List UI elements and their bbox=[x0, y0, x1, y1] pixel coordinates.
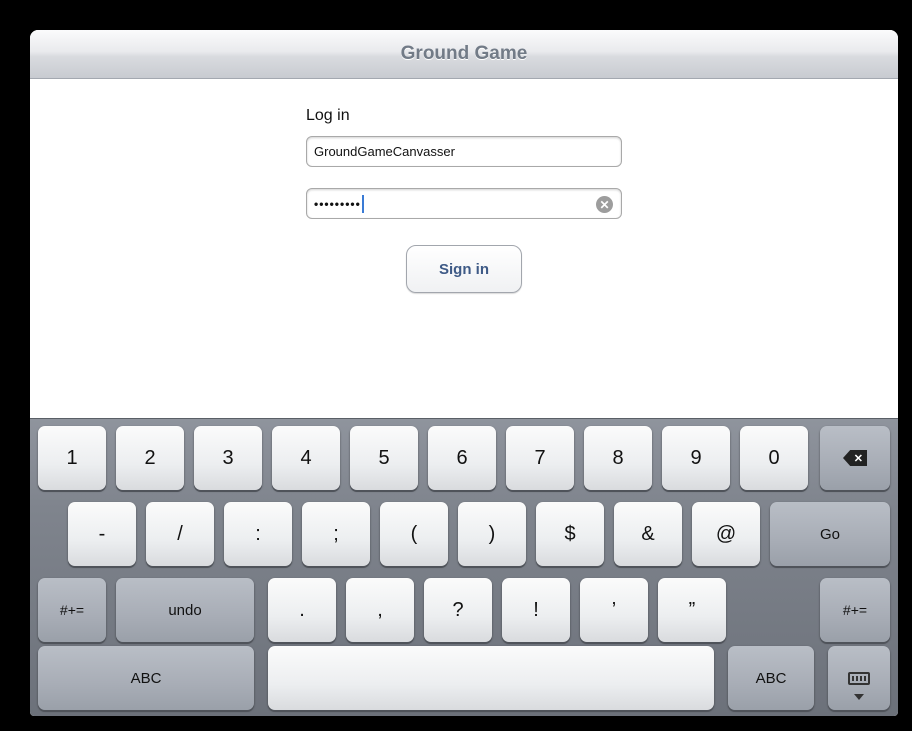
login-label: Log in bbox=[306, 107, 350, 124]
dismiss-keyboard-key[interactable] bbox=[828, 646, 890, 710]
key-close-paren[interactable]: ) bbox=[458, 502, 526, 566]
backspace-key[interactable]: ✕ bbox=[820, 426, 890, 490]
password-value: ••••••••• bbox=[314, 196, 361, 211]
key-dollar[interactable]: $ bbox=[536, 502, 604, 566]
key-1[interactable]: 1 bbox=[38, 426, 106, 490]
app-window: Ground Game Log in GroundGameCanvasser •… bbox=[30, 30, 898, 716]
backspace-icon: ✕ bbox=[843, 450, 867, 466]
key-8[interactable]: 8 bbox=[584, 426, 652, 490]
keyboard-dismiss-icon bbox=[848, 671, 870, 685]
space-key[interactable] bbox=[268, 646, 714, 710]
key-quote[interactable]: ” bbox=[658, 578, 726, 642]
key-semicolon[interactable]: ; bbox=[302, 502, 370, 566]
key-apostrophe[interactable]: ’ bbox=[580, 578, 648, 642]
chevron-down-icon bbox=[854, 694, 864, 700]
key-ampersand[interactable]: & bbox=[614, 502, 682, 566]
key-9[interactable]: 9 bbox=[662, 426, 730, 490]
key-colon[interactable]: : bbox=[224, 502, 292, 566]
password-field[interactable]: ••••••••• ✕ bbox=[306, 188, 622, 219]
username-value: GroundGameCanvasser bbox=[314, 144, 455, 159]
key-4[interactable]: 4 bbox=[272, 426, 340, 490]
key-at[interactable]: @ bbox=[692, 502, 760, 566]
key-slash[interactable]: / bbox=[146, 502, 214, 566]
key-7[interactable]: 7 bbox=[506, 426, 574, 490]
key-open-paren[interactable]: ( bbox=[380, 502, 448, 566]
undo-key[interactable]: undo bbox=[116, 578, 254, 642]
app-title: Ground Game bbox=[400, 43, 528, 64]
clear-text-icon[interactable]: ✕ bbox=[596, 196, 613, 213]
key-comma[interactable]: , bbox=[346, 578, 414, 642]
key-exclamation[interactable]: ! bbox=[502, 578, 570, 642]
username-field[interactable]: GroundGameCanvasser bbox=[306, 136, 622, 167]
onscreen-keyboard: 1 2 3 4 5 6 7 8 9 0 ✕ - / : ; ( ) $ & @ … bbox=[30, 418, 898, 716]
login-form: Log in GroundGameCanvasser ••••••••• ✕ S… bbox=[30, 80, 898, 418]
navigation-bar: Ground Game bbox=[30, 30, 898, 79]
key-5[interactable]: 5 bbox=[350, 426, 418, 490]
key-period[interactable]: . bbox=[268, 578, 336, 642]
key-dash[interactable]: - bbox=[68, 502, 136, 566]
more-symbols-key-left[interactable]: #+= bbox=[38, 578, 106, 642]
more-symbols-key-right[interactable]: #+= bbox=[820, 578, 890, 642]
key-3[interactable]: 3 bbox=[194, 426, 262, 490]
key-0[interactable]: 0 bbox=[740, 426, 808, 490]
key-2[interactable]: 2 bbox=[116, 426, 184, 490]
sign-in-button[interactable]: Sign in bbox=[406, 245, 522, 293]
abc-key-right[interactable]: ABC bbox=[728, 646, 814, 710]
abc-key-left[interactable]: ABC bbox=[38, 646, 254, 710]
key-6[interactable]: 6 bbox=[428, 426, 496, 490]
text-cursor bbox=[361, 194, 364, 213]
key-question[interactable]: ? bbox=[424, 578, 492, 642]
go-key[interactable]: Go bbox=[770, 502, 890, 566]
